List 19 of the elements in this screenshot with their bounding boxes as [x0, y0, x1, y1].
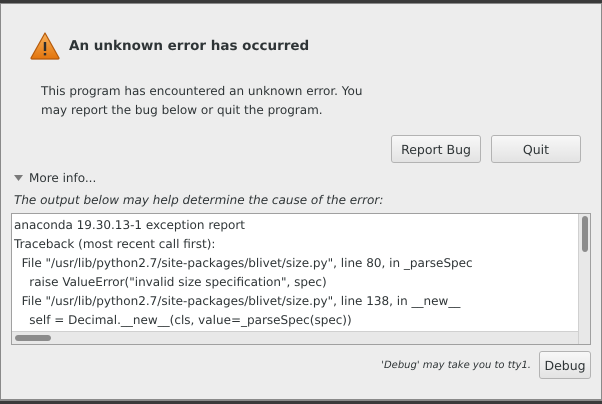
debug-button[interactable]: Debug: [539, 351, 591, 379]
debug-note: 'Debug' may take you to tty1.: [381, 360, 531, 370]
warning-icon: [30, 32, 60, 60]
expander-arrow-icon: [14, 174, 23, 182]
output-line: raise ValueError("invalid size specification", spec): [28, 274, 328, 291]
output-line: self = Decimal.__new__(cls, value=_parseSpec(spec)): [28, 312, 353, 329]
output-line: Traceback (most recent call first):: [14, 236, 216, 253]
output-line: File "/usr/lib/python2.7/site-packages/blivet/size.py", line 138, in __new__: [20, 293, 462, 310]
scrollbar-thumb[interactable]: [582, 216, 588, 252]
hint-text: The output below may help determine the cause of the error:: [14, 193, 384, 207]
output-text-area[interactable]: [11, 213, 591, 345]
dialog-title: An unknown error has occurred: [69, 38, 310, 54]
output-line: File "/usr/lib/python2.7/site-packages/blivet/size.py", line 80, in _parseSpec: [20, 255, 474, 272]
error-message: This program has encountered an unknown error. You may report the bug below or quit the program.: [41, 83, 364, 119]
scrollbar-thumb[interactable]: [15, 335, 51, 341]
more-info-expander[interactable]: More info...: [14, 171, 96, 185]
report-bug-button[interactable]: Report Bug: [391, 135, 481, 163]
output-line: anaconda 19.30.13-1 exception report: [14, 217, 246, 234]
quit-button[interactable]: Quit: [491, 135, 581, 163]
